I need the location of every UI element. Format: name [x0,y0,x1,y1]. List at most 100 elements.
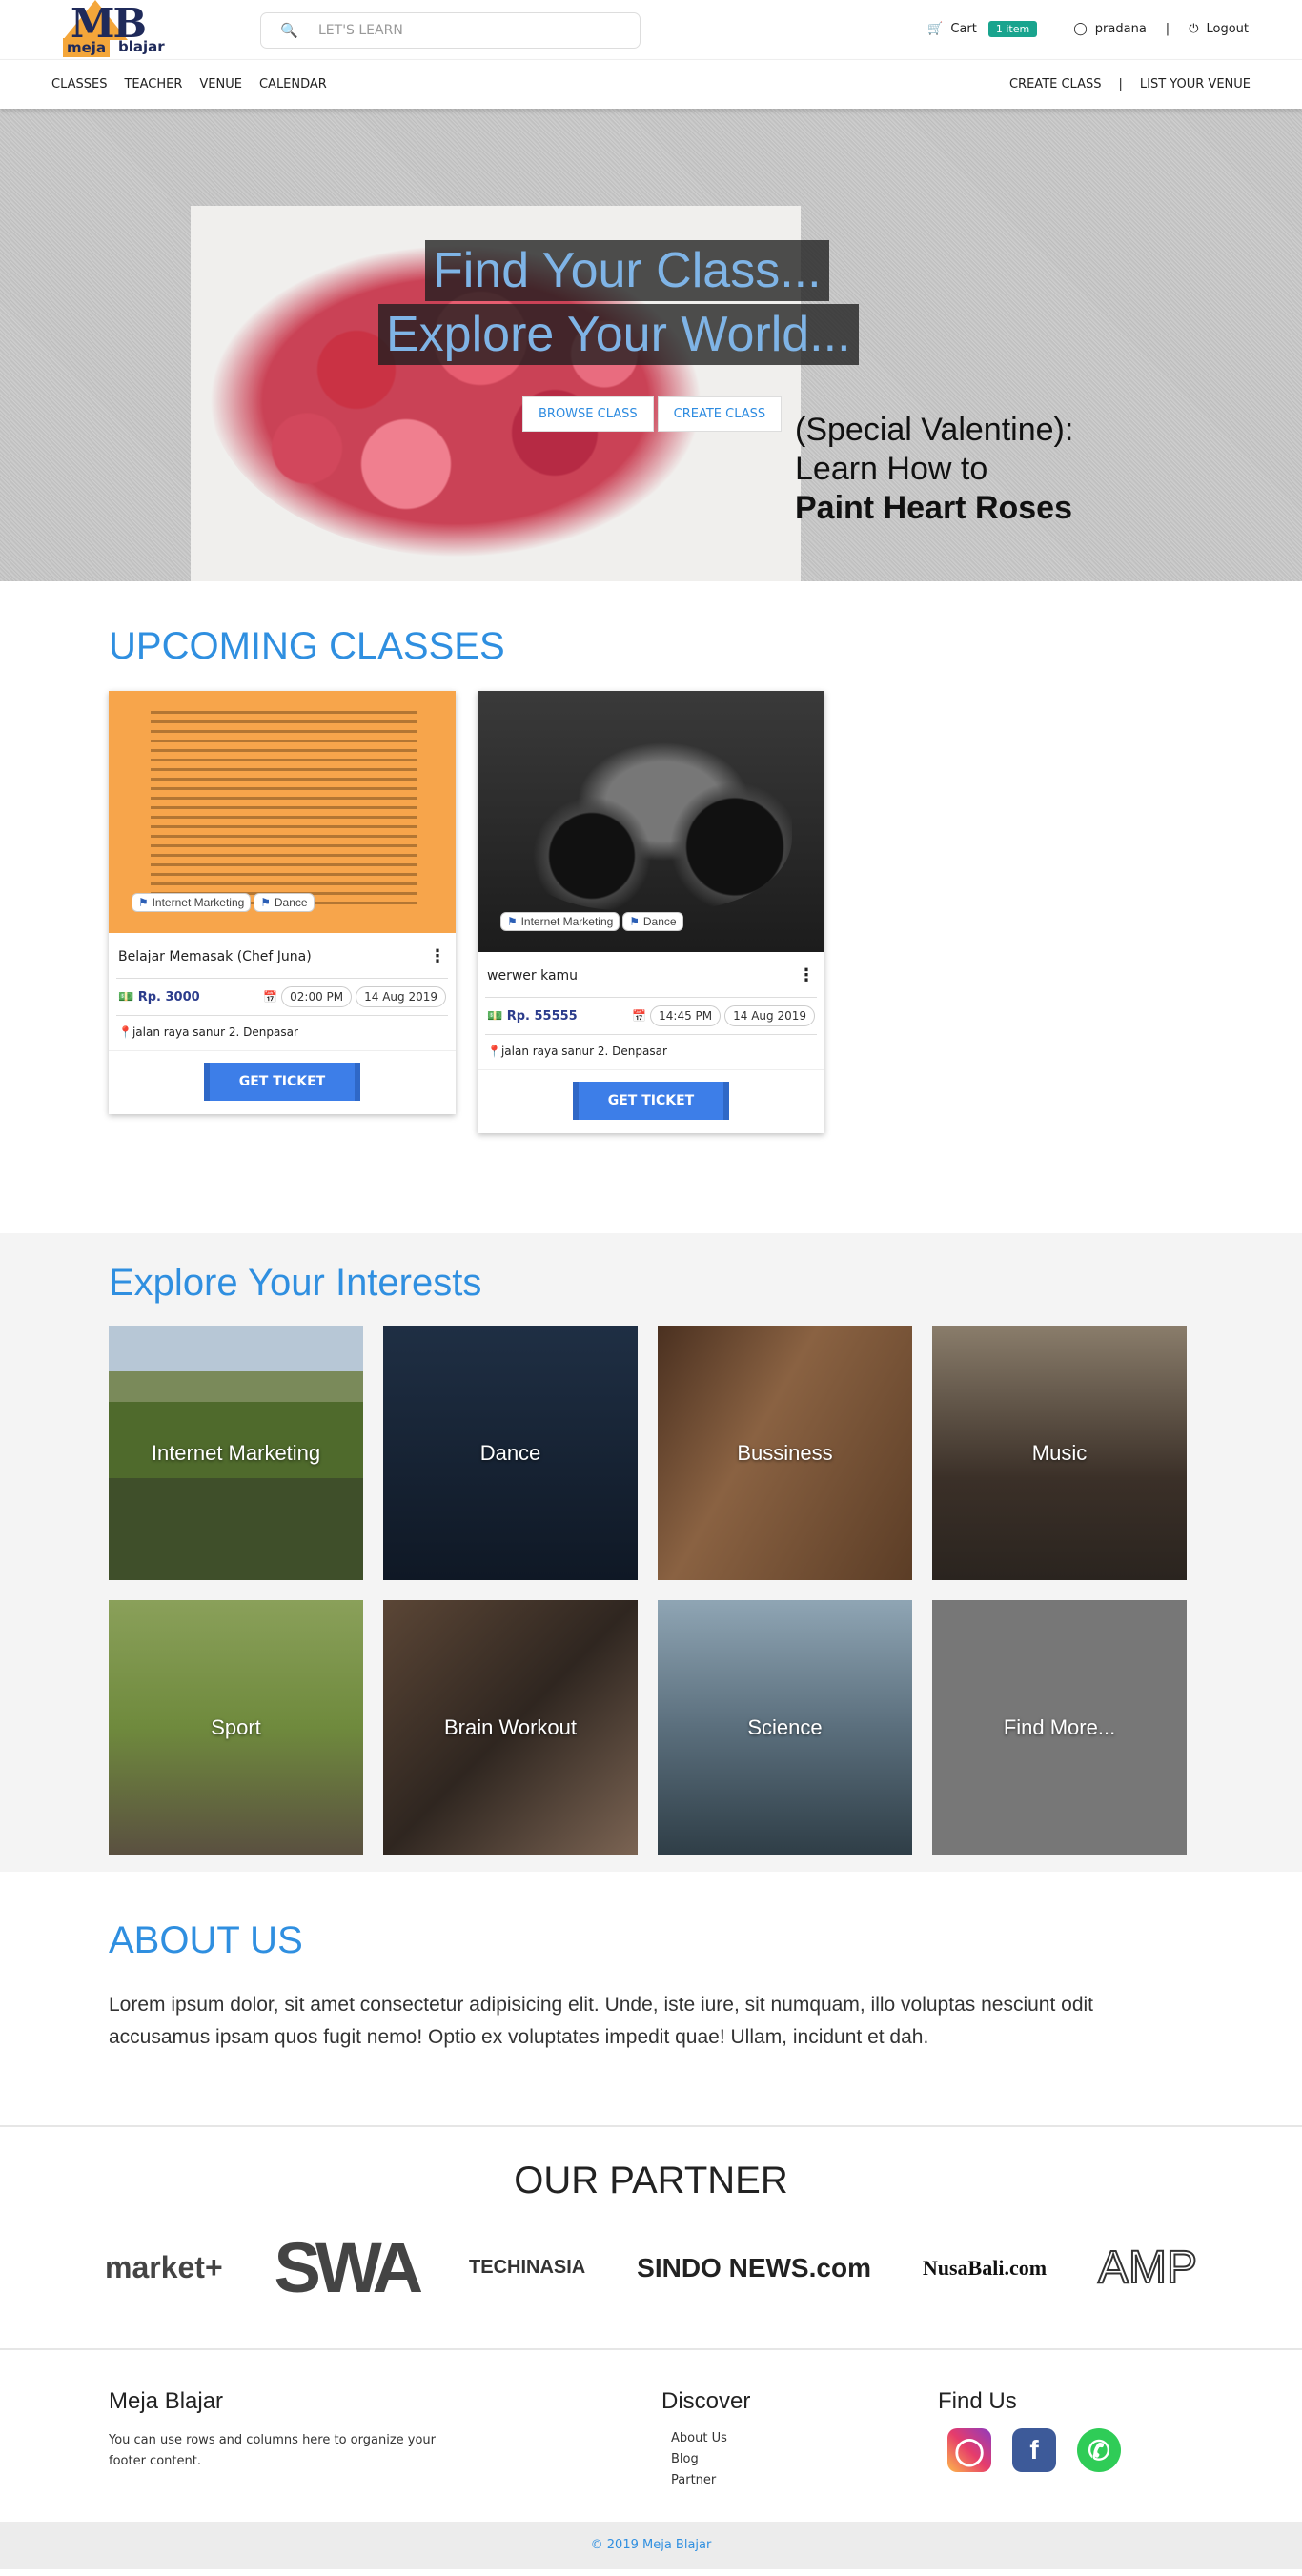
cart-link[interactable]: Cart [950,22,977,36]
about-title: ABOUT US [109,1919,303,1961]
promo-line2: Learn How to [795,451,988,487]
certificate-image [151,704,417,910]
class-date: 14 Aug 2019 [724,1005,815,1026]
power-icon[interactable]: ⏻ [1189,22,1198,36]
class-card-image[interactable]: ⚑ Internet Marketing ⚑ Dance [478,691,824,952]
nav-right: CREATE CLASS | LIST YOUR VENUE [1009,77,1251,91]
interest-tile-internet-marketing[interactable]: Internet Marketing [109,1326,363,1580]
footer-find-us-title: Find Us [938,2388,1017,2414]
class-card-footer: GET TICKET [109,1050,456,1114]
whatsapp-icon[interactable]: ✆ [1077,2428,1121,2472]
search-input[interactable] [318,23,623,38]
class-when: 📅 14:45 PM 14 Aug 2019 [632,1005,815,1026]
interest-tile-business[interactable]: Bussiness [658,1326,912,1580]
interest-tile-music[interactable]: Music [932,1326,1187,1580]
location-text: jalan raya sanur 2. Denpasar [132,1025,298,1039]
site-footer: Meja Blajar You can use rows and columns… [0,2350,1302,2522]
browse-class-button[interactable]: BROWSE CLASS [522,396,654,432]
footer-text: You can use rows and columns here to org… [109,2433,437,2468]
nav-create-class[interactable]: CREATE CLASS [1009,77,1102,91]
partner-title: OUR PARTNER [514,2160,788,2201]
money-icon: 💵 [118,989,138,1004]
partner-logo-nusabali[interactable]: NusaBali.com [923,2256,1047,2281]
partner-logo-techinasia[interactable]: TECHINASIA [469,2257,585,2279]
tag-badge[interactable]: ⚑ Dance [254,893,315,912]
site-logo[interactable]: MB meja blajar [63,0,189,57]
footer-discover-column: Discover About Us Blog Partner [661,2388,938,2522]
nav-classes[interactable]: CLASSES [51,77,107,91]
interest-tile-sport[interactable]: Sport [109,1600,363,1855]
logo-brand-word1: meja [63,38,111,57]
class-time: 02:00 PM [281,986,353,1007]
partner-logo-amp[interactable]: AMP [1097,2241,1198,2294]
class-card[interactable]: ⚑ Internet Marketing ⚑ Dance werwer kamu… [478,691,824,1133]
cart-badge: 1 item [987,21,1038,37]
class-card-header: werwer kamu ⋮ [478,952,824,997]
class-title[interactable]: werwer kamu [487,968,578,984]
class-card[interactable]: ⚑ Internet Marketing ⚑ Dance Belajar Mem… [109,691,456,1114]
class-card-image[interactable]: ⚑ Internet Marketing ⚑ Dance [109,691,456,933]
nav-left: CLASSES TEACHER VENUE CALENDAR [51,77,327,91]
kebab-menu-icon[interactable]: ⋮ [429,946,446,966]
partner-logo-sindonews[interactable]: SINDO NEWS.com [637,2253,871,2283]
get-ticket-button[interactable]: GET TICKET [573,1082,729,1120]
user-icon: ◯ [1073,22,1088,36]
main-nav: CLASSES TEACHER VENUE CALENDAR CREATE CL… [0,59,1302,109]
class-cards: ⚑ Internet Marketing ⚑ Dance Belajar Mem… [109,691,1193,1133]
class-tags: ⚑ Internet Marketing ⚑ Dance [132,893,315,912]
tag-icon: ⚑ [507,915,521,928]
calendar-icon: 📅 [263,990,278,1004]
user-name[interactable]: pradana [1095,22,1147,36]
class-price: 💵 Rp. 3000 [118,990,200,1004]
interest-tile-find-more[interactable]: Find More... [932,1600,1187,1855]
class-location: 📍jalan raya sanur 2. Denpasar [109,1016,456,1050]
tag-badge[interactable]: ⚑ Dance [622,912,683,931]
class-price: 💵 Rp. 55555 [487,1009,578,1024]
create-class-button[interactable]: CREATE CLASS [657,396,783,432]
footer-link-about[interactable]: About Us [671,2428,938,2449]
cart-icon[interactable]: 🛒 [927,22,943,36]
partner-logo-swa[interactable]: SWA [275,2227,424,2308]
interest-tile-brain-workout[interactable]: Brain Workout [383,1600,638,1855]
nav-teacher[interactable]: TEACHER [124,77,182,91]
nav-list-venue[interactable]: LIST YOUR VENUE [1140,77,1251,91]
about-text: Lorem ipsum dolor, sit amet consectetur … [109,1994,1093,2048]
tag-label: Dance [274,896,308,909]
get-ticket-button[interactable]: GET TICKET [204,1063,360,1101]
class-time: 14:45 PM [650,1005,722,1026]
kebab-menu-icon[interactable]: ⋮ [798,965,815,985]
class-meta: 💵 Rp. 3000 📅 02:00 PM 14 Aug 2019 [116,978,448,1016]
nav-calendar[interactable]: CALENDAR [259,77,327,91]
hero-title-line2: Explore Your World... [378,304,859,365]
footer-brand: Meja Blajar [109,2388,224,2414]
social-icons: ◯ f ✆ [938,2428,1129,2472]
interest-tile-science[interactable]: Science [658,1600,912,1855]
class-when: 📅 02:00 PM 14 Aug 2019 [263,986,446,1007]
tag-label: Internet Marketing [152,896,245,909]
hero-title-line1: Find Your Class... [425,240,829,301]
promo-line3: Paint Heart Roses [795,490,1072,526]
search-box[interactable]: 🔍 [260,12,641,49]
interest-tile-dance[interactable]: Dance [383,1326,638,1580]
nav-venue[interactable]: VENUE [199,77,242,91]
copyright-bar: © 2019 Meja Blajar [0,2522,1302,2569]
class-title[interactable]: Belajar Memasak (Chef Juna) [118,949,312,964]
hero-banner: Find Your Class... Explore Your World...… [0,109,1302,581]
tag-icon: ⚑ [138,896,153,909]
footer-brand-column: Meja Blajar You can use rows and columns… [109,2388,661,2522]
facebook-icon[interactable]: f [1012,2428,1056,2472]
tag-badge[interactable]: ⚑ Internet Marketing [500,912,620,931]
tag-badge[interactable]: ⚑ Internet Marketing [132,893,252,912]
tag-icon: ⚑ [260,896,275,909]
partner-logo-market[interactable]: market+ [105,2250,223,2285]
promo-line1: (Special Valentine): [795,412,1074,448]
footer-link-partner[interactable]: Partner [671,2470,938,2491]
map-marker-icon: 📍 [118,1025,132,1039]
upcoming-classes-section: UPCOMING CLASSES ⚑ Internet Marketing ⚑ … [0,581,1302,1233]
calendar-icon: 📅 [632,1009,647,1023]
instagram-icon[interactable]: ◯ [947,2428,991,2472]
map-marker-icon: 📍 [487,1045,501,1058]
logout-link[interactable]: Logout [1206,22,1249,36]
footer-link-blog[interactable]: Blog [671,2449,938,2470]
hero-promo: (Special Valentine): Learn How to Paint … [795,412,1073,527]
